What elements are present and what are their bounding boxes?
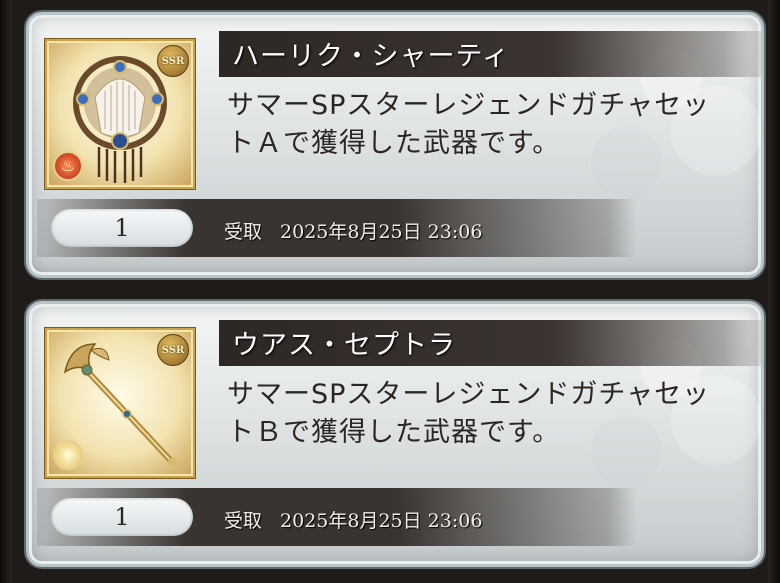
background-left-edge xyxy=(0,0,12,583)
ssr-rarity-badge: SSR xyxy=(157,334,189,366)
received-date: 2025年8月25日 23:06 xyxy=(280,221,483,243)
weapon-card[interactable]: ハーリク・シャーティ サマーSPスターレジェンドガチャセットＡで獲得した武器です… xyxy=(26,12,764,278)
light-element-icon: ✦ xyxy=(53,440,83,470)
fire-element-icon: ♨ xyxy=(53,151,83,181)
received-info: 受取 2025年8月25日 23:06 xyxy=(224,217,482,244)
weapon-thumbnail[interactable]: SSR ✦ xyxy=(45,328,195,478)
received-label: 受取 xyxy=(224,510,263,532)
weapon-name: ハーリク・シャーティ xyxy=(232,41,510,72)
weapon-description: サマーSPスターレジェンドガチャセットＢで獲得した武器です。 xyxy=(227,379,711,448)
weapon-description: サマーSPスターレジェンドガチャセットＡで獲得した武器です。 xyxy=(227,90,711,159)
background-right-edge xyxy=(768,0,780,583)
received-date: 2025年8月25日 23:06 xyxy=(280,510,483,532)
received-label: 受取 xyxy=(224,221,263,243)
ssr-rarity-badge: SSR xyxy=(157,45,189,77)
received-info: 受取 2025年8月25日 23:06 xyxy=(224,506,482,533)
quantity-badge: 1 xyxy=(51,209,193,247)
weapon-name: ウアス・セプトラ xyxy=(232,330,456,361)
weapon-thumbnail[interactable]: SSR ♨ xyxy=(45,39,195,189)
weapon-card[interactable]: ウアス・セプトラ サマーSPスターレジェンドガチャセットＢで獲得した武器です。 … xyxy=(26,301,764,567)
quantity-badge: 1 xyxy=(51,498,193,536)
